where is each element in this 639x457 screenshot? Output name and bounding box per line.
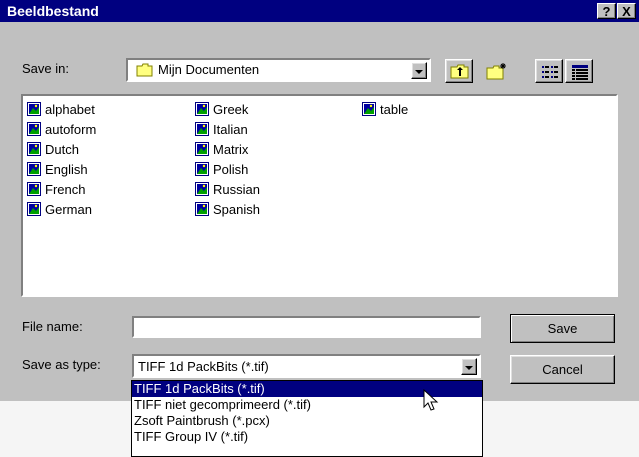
file-item[interactable]: Italian [195, 120, 248, 138]
file-name: Matrix [213, 141, 249, 157]
file-item[interactable]: Polish [195, 160, 248, 178]
dropdown-option[interactable]: TIFF Group IV (*.tif) [132, 429, 482, 445]
file-name-input[interactable] [132, 316, 481, 338]
save-as-type-value: TIFF 1d PackBits (*.tif) [138, 359, 269, 374]
file-item[interactable]: autoform [27, 120, 96, 138]
file-name: table [380, 101, 409, 117]
image-file-icon [195, 202, 209, 216]
save-as-type-label: Save as type: [22, 357, 101, 372]
save-in-dropdown-button[interactable] [411, 62, 427, 79]
file-item[interactable]: Matrix [195, 140, 248, 158]
save-button-label: Save [547, 321, 578, 336]
file-name: Dutch [45, 141, 79, 157]
file-name: French [45, 181, 86, 197]
file-name: Italian [213, 121, 248, 137]
image-file-icon [195, 142, 209, 156]
help-button[interactable]: ? [597, 3, 616, 19]
list-view-button[interactable] [535, 59, 563, 83]
file-name: Spanish [213, 201, 260, 217]
save-in-combobox[interactable]: Mijn Documenten [126, 58, 431, 82]
up-folder-icon [450, 63, 470, 82]
file-name: Russian [213, 181, 260, 197]
image-file-icon [362, 102, 376, 116]
file-item[interactable]: French [27, 180, 85, 198]
save-button[interactable]: Save [510, 314, 615, 343]
image-file-icon [27, 142, 41, 156]
list-view-icon [541, 64, 559, 83]
image-file-icon [27, 102, 41, 116]
new-folder-button[interactable] [483, 59, 511, 83]
file-name: alphabet [45, 101, 95, 117]
image-file-icon [27, 182, 41, 196]
save-in-value: Mijn Documenten [158, 62, 260, 77]
save-in-label: Save in: [22, 61, 69, 76]
image-file-icon [27, 162, 41, 176]
file-item[interactable]: Spanish [195, 200, 260, 218]
file-name: Polish [213, 161, 249, 177]
folder-icon [136, 63, 154, 80]
details-view-icon [571, 64, 589, 83]
close-button[interactable]: X [617, 3, 636, 19]
file-name: Greek [213, 101, 249, 117]
file-item[interactable]: Dutch [27, 140, 79, 158]
save-as-type-dropdown-button[interactable] [461, 358, 477, 375]
image-file-icon [195, 162, 209, 176]
file-item[interactable]: English [27, 160, 88, 178]
up-folder-button[interactable] [445, 59, 473, 83]
image-file-icon [195, 182, 209, 196]
mouse-cursor-icon [423, 388, 439, 416]
file-name: English [45, 161, 88, 177]
window-title: Beeldbestand [7, 3, 99, 19]
image-file-icon [195, 102, 209, 116]
image-file-icon [27, 122, 41, 136]
chevron-down-icon [415, 63, 423, 78]
file-item[interactable]: alphabet [27, 100, 95, 118]
file-name: German [45, 201, 92, 217]
cancel-button[interactable]: Cancel [510, 355, 615, 384]
chevron-down-icon [465, 359, 473, 374]
save-as-type-combobox[interactable]: TIFF 1d PackBits (*.tif) [132, 354, 481, 378]
file-item[interactable]: German [27, 200, 92, 218]
details-view-button[interactable] [565, 59, 593, 83]
file-name: autoform [45, 121, 97, 137]
image-file-icon [27, 202, 41, 216]
file-item[interactable]: table [362, 100, 408, 118]
cancel-button-label: Cancel [542, 362, 583, 377]
title-bar[interactable]: Beeldbestand ? X [0, 0, 639, 22]
file-item[interactable]: Russian [195, 180, 260, 198]
new-folder-icon [486, 62, 508, 83]
file-item[interactable]: Greek [195, 100, 248, 118]
image-file-icon [195, 122, 209, 136]
file-list[interactable]: alphabet autoform Dutch English French German… [21, 94, 618, 297]
file-name-label: File name: [22, 319, 83, 334]
